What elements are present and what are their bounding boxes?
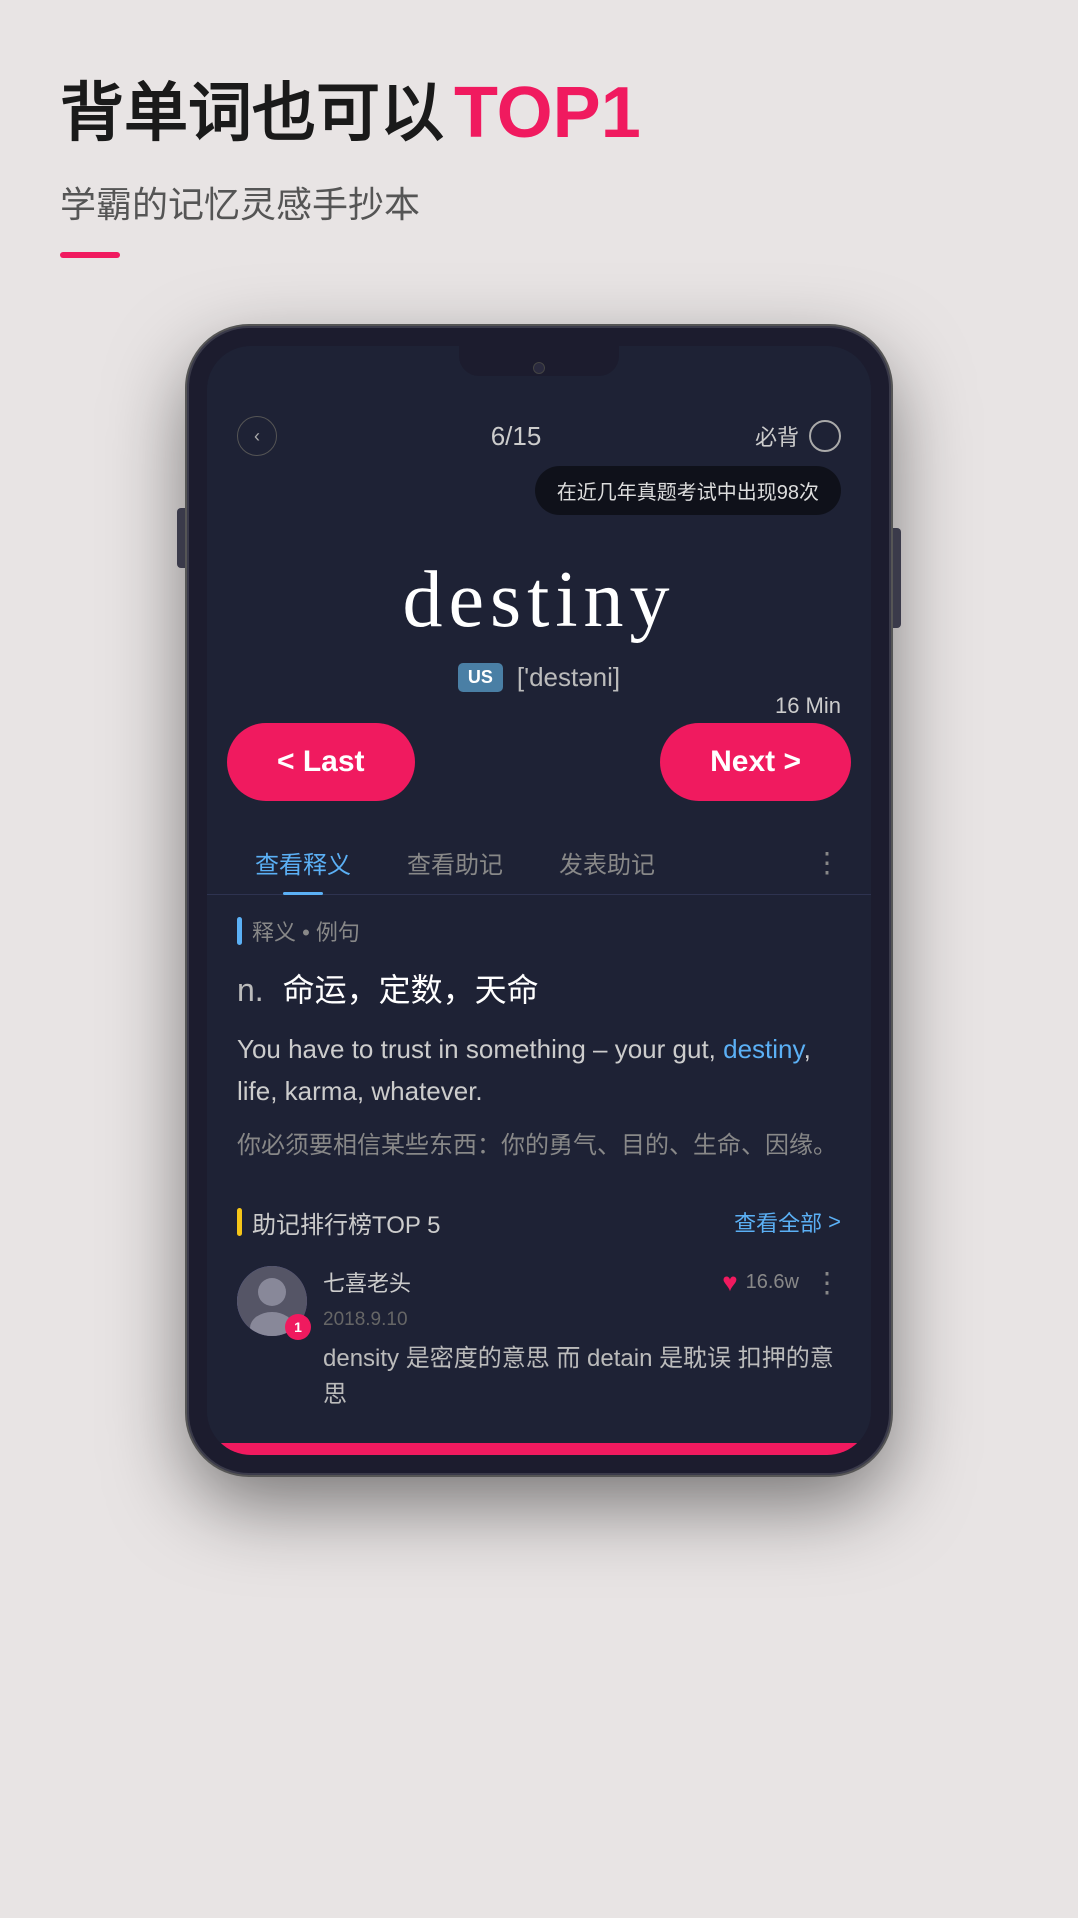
section-label: 释义 • 例句 bbox=[237, 915, 841, 947]
definition-section: 释义 • 例句 n. 命运，定数，天命 You have to trust in… bbox=[207, 895, 871, 1205]
mnemonic-section: 助记排行榜TOP 5 查看全部 > bbox=[207, 1205, 871, 1443]
view-all-label: 查看全部 bbox=[734, 1206, 822, 1238]
back-button[interactable]: ‹ bbox=[237, 416, 277, 456]
mnemonic-title-row: 助记排行榜TOP 5 bbox=[237, 1205, 440, 1240]
example-en-before: You have to trust in something – your gu… bbox=[237, 1034, 723, 1064]
card-username: 七喜老头 bbox=[323, 1266, 411, 1298]
main-word: destiny bbox=[237, 555, 841, 646]
mnemonic-card: 1 七喜老头 ♥ 16.6w bbox=[237, 1256, 841, 1423]
tab-post-mnemonic[interactable]: 发表助记 bbox=[531, 831, 683, 894]
header-title: 背单词也可以 TOP1 bbox=[60, 70, 1018, 156]
pink-bottom-accent bbox=[207, 1443, 871, 1455]
phone-wrapper: ‹ 6/15 必背 在近几年真题考试中出现98次 des bbox=[0, 328, 1078, 1473]
page-background: 背单词也可以 TOP1 学霸的记忆灵感手抄本 ‹ bbox=[0, 0, 1078, 1918]
card-meta: 七喜老头 ♥ 16.6w ⋮ bbox=[323, 1266, 841, 1299]
next-label: Next > bbox=[710, 745, 801, 779]
header-area: 背单词也可以 TOP1 学霸的记忆灵感手抄本 bbox=[0, 0, 1078, 298]
next-button[interactable]: Next > bbox=[660, 723, 851, 801]
phone-notch-bar bbox=[207, 346, 871, 396]
tab-definition-label: 查看释义 bbox=[255, 852, 351, 879]
card-actions: ♥ 16.6w ⋮ bbox=[722, 1266, 841, 1299]
header-title-text: 背单词也可以 bbox=[60, 75, 444, 152]
us-badge: US bbox=[458, 663, 503, 692]
header-subtitle: 学霸的记忆灵感手抄本 bbox=[60, 176, 1018, 228]
tab-definition[interactable]: 查看释义 bbox=[227, 831, 379, 894]
section-label-bar bbox=[237, 917, 242, 945]
back-icon: ‹ bbox=[254, 426, 260, 447]
exam-badge: 在近几年真题考试中出现98次 bbox=[535, 466, 841, 515]
tab-bar: 查看释义 查看助记 发表助记 ⋮ bbox=[207, 821, 871, 895]
heart-icon: ♥ bbox=[722, 1267, 737, 1298]
like-row[interactable]: ♥ 16.6w bbox=[722, 1267, 799, 1298]
last-button[interactable]: < Last bbox=[227, 723, 415, 801]
more-options-icon[interactable]: ⋮ bbox=[813, 1266, 841, 1299]
example-en: You have to trust in something – your gu… bbox=[237, 1029, 841, 1112]
header-title-highlight: TOP1 bbox=[454, 70, 641, 156]
definition-cn: n. 命运，定数，天命 bbox=[237, 965, 841, 1011]
definition-pos: n. bbox=[237, 972, 264, 1008]
tab-mnemonic-label: 查看助记 bbox=[407, 852, 503, 879]
last-label: < Last bbox=[277, 745, 365, 779]
time-badge: 16 Min bbox=[775, 693, 841, 719]
example-en-highlight: destiny bbox=[723, 1034, 803, 1064]
mnemonic-bar bbox=[237, 1208, 242, 1236]
section-label-text: 释义 • 例句 bbox=[252, 915, 360, 947]
definition-meaning: 命运，定数，天命 bbox=[283, 972, 539, 1008]
tab-more-button[interactable]: ⋮ bbox=[803, 832, 851, 893]
word-section: destiny US ['destəni] bbox=[207, 535, 871, 703]
mnemonic-title: 助记排行榜TOP 5 bbox=[252, 1205, 440, 1240]
tab-post-mnemonic-label: 发表助记 bbox=[559, 852, 655, 879]
must-memorize: 必背 bbox=[755, 420, 841, 452]
nav-buttons-row: 16 Min < Last Next > bbox=[207, 703, 871, 821]
example-cn: 你必须要相信某些东西：你的勇气、目的、生命、因缘。 bbox=[237, 1127, 841, 1165]
pronunciation-row: US ['destəni] bbox=[237, 662, 841, 693]
tab-more-icon: ⋮ bbox=[813, 847, 841, 878]
badge-container: 在近几年真题考试中出现98次 bbox=[207, 466, 871, 535]
phone-inner: ‹ 6/15 必背 在近几年真题考试中出现98次 des bbox=[207, 346, 871, 1455]
phonetic: ['destəni] bbox=[517, 662, 620, 693]
progress-text: 6/15 bbox=[491, 421, 542, 452]
mnemonic-header: 助记排行榜TOP 5 查看全部 > bbox=[237, 1205, 841, 1240]
like-count: 16.6w bbox=[746, 1271, 799, 1294]
chevron-right-icon: > bbox=[828, 1209, 841, 1235]
card-text: density 是密度的意思 而 detain 是耽误 扣押的意思 bbox=[323, 1341, 841, 1413]
rank-badge: 1 bbox=[285, 1314, 311, 1340]
top-bar: ‹ 6/15 必背 bbox=[207, 396, 871, 466]
card-content: 七喜老头 ♥ 16.6w ⋮ 2018.9.1 bbox=[323, 1266, 841, 1413]
card-date: 2018.9.10 bbox=[323, 1309, 841, 1331]
screen-content: ‹ 6/15 必背 在近几年真题考试中出现98次 des bbox=[207, 396, 871, 1455]
phone-outer: ‹ 6/15 必背 在近几年真题考试中出现98次 des bbox=[189, 328, 889, 1473]
phone-camera bbox=[533, 362, 545, 374]
avatar-wrapper: 1 bbox=[237, 1266, 307, 1336]
header-divider bbox=[60, 252, 120, 258]
view-all-button[interactable]: 查看全部 > bbox=[734, 1206, 841, 1238]
must-memorize-label: 必背 bbox=[755, 420, 799, 452]
must-memorize-circle[interactable] bbox=[809, 420, 841, 452]
tab-mnemonic[interactable]: 查看助记 bbox=[379, 831, 531, 894]
